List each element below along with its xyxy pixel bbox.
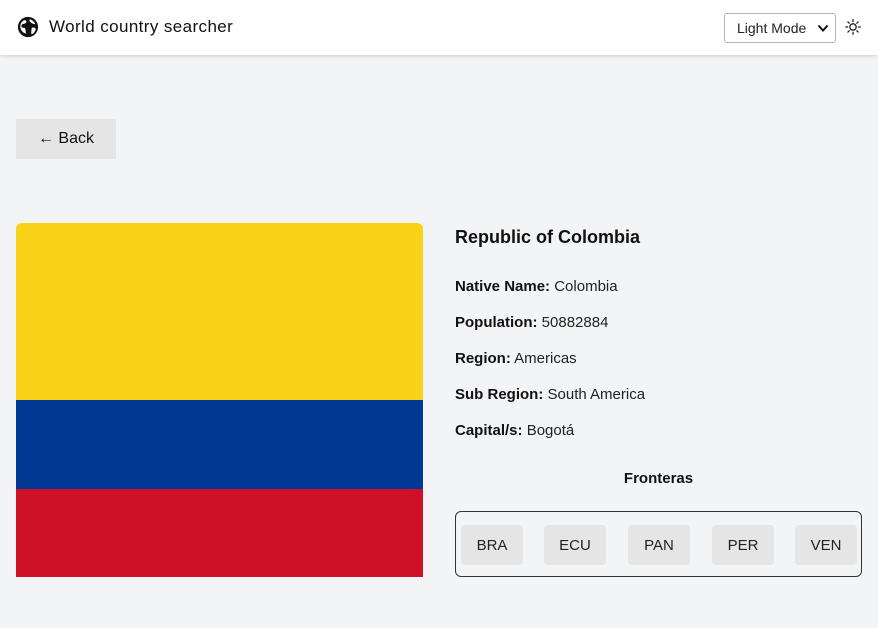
borders-container: BRA ECU PAN PER VEN — [455, 511, 862, 577]
info-population: Population: 50882884 — [455, 314, 608, 331]
flag-stripe-yellow — [16, 223, 423, 400]
theme-mode-selected: Light Mode — [737, 20, 807, 36]
info-label: Population: — [455, 314, 538, 331]
border-country-button[interactable]: BRA — [461, 525, 523, 565]
info-value: 50882884 — [541, 314, 609, 331]
border-country-button[interactable]: PAN — [628, 525, 690, 565]
info-value: Americas — [514, 350, 577, 367]
border-country-button[interactable]: VEN — [795, 525, 857, 565]
border-country-button[interactable]: PER — [712, 525, 774, 565]
info-label: Region: — [455, 350, 511, 367]
info-region: Region: Americas — [455, 350, 577, 367]
info-capital: Capital/s: Bogotá — [455, 422, 574, 439]
info-label: Native Name: — [455, 278, 551, 295]
sun-icon[interactable] — [845, 19, 861, 35]
info-sub-region: Sub Region: South America — [455, 386, 645, 403]
info-label: Capital/s: — [455, 422, 523, 439]
flag-stripe-blue — [16, 400, 423, 489]
top-bar: World country searcher Light Mode — [0, 0, 878, 55]
info-label: Sub Region: — [455, 386, 544, 403]
border-country-button[interactable]: ECU — [544, 525, 606, 565]
theme-mode-select[interactable]: Light Mode — [724, 13, 836, 43]
info-value: Colombia — [554, 278, 618, 295]
globe-icon — [17, 16, 39, 38]
info-value: Bogotá — [526, 422, 575, 439]
flag-stripe-red — [16, 489, 423, 577]
info-value: South America — [547, 386, 646, 403]
info-native-name: Native Name: Colombia — [455, 278, 618, 295]
borders-title: Fronteras — [623, 470, 694, 487]
app-title: World country searcher — [49, 17, 234, 36]
back-button[interactable]: ← Back — [16, 119, 116, 159]
chevron-down-icon — [817, 24, 829, 32]
country-flag — [16, 223, 423, 577]
country-name: Republic of Colombia — [455, 227, 641, 247]
